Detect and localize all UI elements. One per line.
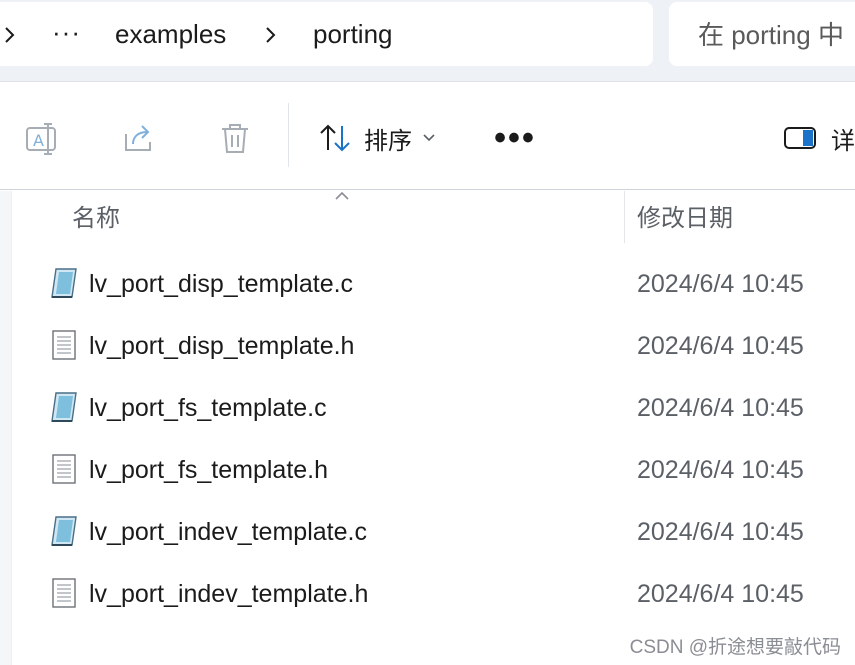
file-modified: 2024/6/4 10:45 [637,332,804,360]
file-modified: 2024/6/4 10:45 [637,456,804,484]
file-name: lv_port_indev_template.c [89,518,367,546]
c-source-file-icon [51,516,77,546]
column-header-modified[interactable]: 修改日期 [637,191,733,243]
search-placeholder: 在 porting 中 [698,20,844,50]
file-modified: 2024/6/4 10:45 [637,270,804,298]
file-row[interactable]: lv_port_fs_template.h 2024/6/4 10:45 [40,439,855,501]
file-row[interactable]: lv_port_indev_template.c 2024/6/4 10:45 [40,501,855,563]
c-source-file-icon [51,392,77,422]
search-input[interactable]: 在 porting 中 [669,2,855,66]
column-divider[interactable] [624,191,625,243]
file-name: lv_port_disp_template.h [89,332,355,360]
watermark: CSDN @折途想要敲代码 [629,637,841,658]
chevron-down-icon [423,134,435,142]
sort-label: 排序 [364,127,412,155]
column-header-name[interactable]: 名称 [72,191,120,243]
sort-button[interactable]: 排序 [318,116,436,160]
file-name: lv_port_disp_template.c [89,270,354,298]
c-source-file-icon [51,268,77,298]
breadcrumb-item-porting[interactable]: porting [313,2,393,66]
share-button[interactable] [117,116,161,160]
rename-icon: A [26,123,56,155]
address-bar-strip: ··· examples porting 在 porting 中 [0,0,855,82]
delete-button[interactable] [213,116,257,160]
trash-icon [222,124,248,153]
rename-button[interactable]: A [20,116,64,160]
file-row[interactable]: lv_port_fs_template.c 2024/6/4 10:45 [40,377,855,439]
svg-text:A: A [33,131,44,150]
navigation-pane-edge [0,191,12,665]
file-list: 名称 修改日期 lv_port_disp_template.c 2024/6/4… [0,191,855,665]
chevron-right-icon[interactable] [263,24,279,46]
details-label: 详 [831,127,855,155]
breadcrumb-item-examples[interactable]: examples [115,2,226,66]
file-row[interactable]: lv_port_indev_template.h 2024/6/4 10:45 [40,563,855,625]
file-modified: 2024/6/4 10:45 [637,394,804,422]
header-file-icon [52,578,76,608]
details-pane-icon [784,127,816,149]
command-bar: A 排序 ••• 详 [0,82,855,190]
breadcrumb-overflow[interactable]: ··· [52,2,81,66]
file-name: lv_port_fs_template.c [89,394,327,422]
file-name: lv_port_fs_template.h [89,456,329,484]
sort-arrows-icon [320,124,350,152]
file-name: lv_port_indev_template.h [89,580,369,608]
more-options-button[interactable]: ••• [490,116,540,160]
header-file-icon [52,330,76,360]
share-icon [125,125,151,151]
details-pane-button[interactable]: 详 [783,116,855,160]
chevron-right-icon[interactable] [2,24,18,46]
breadcrumb[interactable]: ··· examples porting [0,2,653,66]
toolbar-separator [288,103,289,167]
file-modified: 2024/6/4 10:45 [637,580,804,608]
file-row[interactable]: lv_port_disp_template.c 2024/6/4 10:45 [40,253,855,315]
sort-indicator-icon [335,191,349,200]
more-icon: ••• [494,119,536,157]
header-file-icon [52,454,76,484]
file-row[interactable]: lv_port_disp_template.h 2024/6/4 10:45 [40,315,855,377]
file-modified: 2024/6/4 10:45 [637,518,804,546]
